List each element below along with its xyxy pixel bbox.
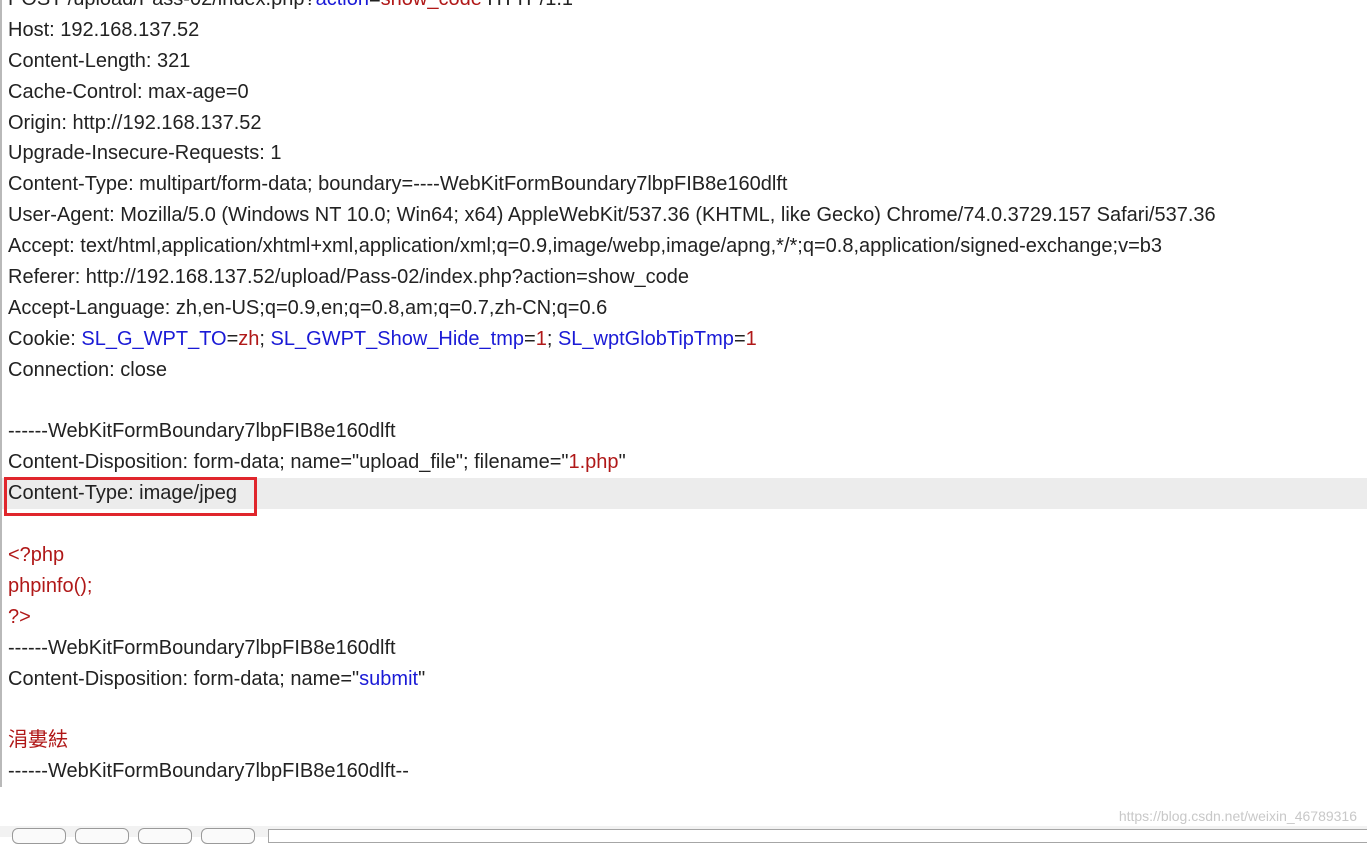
cookie-key: SL_wptGlobTipTmp — [557, 327, 734, 350]
equals-sign: = — [733, 327, 746, 350]
cookie-key: SL_GWPT_Show_Hide_tmp — [270, 327, 524, 350]
previous-button[interactable] — [75, 828, 129, 844]
add-button[interactable] — [138, 828, 192, 844]
header-host: Host: 192.168.137.52 — [8, 18, 200, 41]
header-referer: Referer: http://192.168.137.52/upload/Pa… — [8, 266, 690, 289]
disposition-text: Content-Disposition: form-data; name=" — [8, 667, 360, 690]
header-content-type: Content-Type: multipart/form-data; bound… — [8, 173, 788, 196]
header-origin: Origin: http://192.168.137.52 — [8, 111, 262, 134]
header-content-length: Content-Length: 321 — [8, 49, 191, 72]
header-connection: Connection: close — [8, 358, 167, 381]
content-disposition-submit: Content-Disposition: form-data; name="su… — [2, 664, 1367, 695]
cookie-label: Cookie: — [8, 327, 82, 350]
help-button[interactable] — [12, 828, 66, 844]
equals-sign: = — [524, 327, 536, 350]
multipart-boundary: ------WebKitFormBoundary7lbpFIB8e160dlft — [8, 420, 396, 443]
quote: " — [618, 451, 626, 474]
disposition-text: Content-Disposition: form-data; name="up… — [8, 451, 569, 474]
field-name-value: submit — [359, 667, 419, 690]
protocol: HTTP/1.1 — [482, 0, 573, 10]
request-editor[interactable]: POST /upload/Pass-02/index.php?action=sh… — [0, 0, 1367, 788]
header-upgrade: Upgrade-Insecure-Requests: 1 — [8, 142, 282, 165]
search-input[interactable] — [268, 829, 1367, 843]
multipart-boundary: ------WebKitFormBoundary7lbpFIB8e160dlft — [8, 636, 396, 659]
cookie-separator: ; — [259, 327, 271, 350]
cookie-value: 1 — [535, 327, 547, 350]
next-button[interactable] — [201, 828, 255, 844]
php-call: phpinfo(); — [8, 574, 93, 597]
header-cache-control: Cache-Control: max-age=0 — [8, 80, 249, 103]
header-cookie: Cookie: SL_G_WPT_TO=zh; SL_GWPT_Show_Hid… — [2, 324, 1367, 355]
cookie-value: zh — [238, 327, 260, 350]
equals-sign: = — [226, 327, 239, 350]
header-accept: Accept: text/html,application/xhtml+xml,… — [8, 235, 1163, 258]
multipart-boundary-end: ------WebKitFormBoundary7lbpFIB8e160dlft… — [8, 760, 409, 783]
garbled-value: 涓婁紶 — [8, 729, 68, 752]
watermark: https://blog.csdn.net/weixin_46789316 — [1118, 808, 1357, 824]
content-disposition-file: Content-Disposition: form-data; name="up… — [2, 447, 1367, 478]
param-value: show_code — [381, 0, 482, 10]
header-accept-language: Accept-Language: zh,en-US;q=0.9,en;q=0.8… — [8, 296, 608, 319]
highlight-box — [4, 477, 257, 516]
request-line: POST /upload/Pass-02/index.php?action=sh… — [2, 0, 1367, 15]
header-user-agent: User-Agent: Mozilla/5.0 (Windows NT 10.0… — [8, 204, 1216, 227]
php-open-tag: <?php — [8, 544, 65, 567]
equals-sign: = — [369, 0, 381, 10]
quote: " — [418, 667, 426, 690]
request-method: POST /upload/Pass-02/index.php? — [8, 0, 316, 10]
cookie-separator: ; — [546, 327, 558, 350]
cookie-value: 1 — [745, 327, 757, 350]
cookie-key: SL_G_WPT_TO — [81, 327, 227, 350]
param-key: action — [316, 0, 369, 10]
php-close-tag: ?> — [8, 605, 31, 628]
filename-value: 1.php — [568, 451, 619, 474]
